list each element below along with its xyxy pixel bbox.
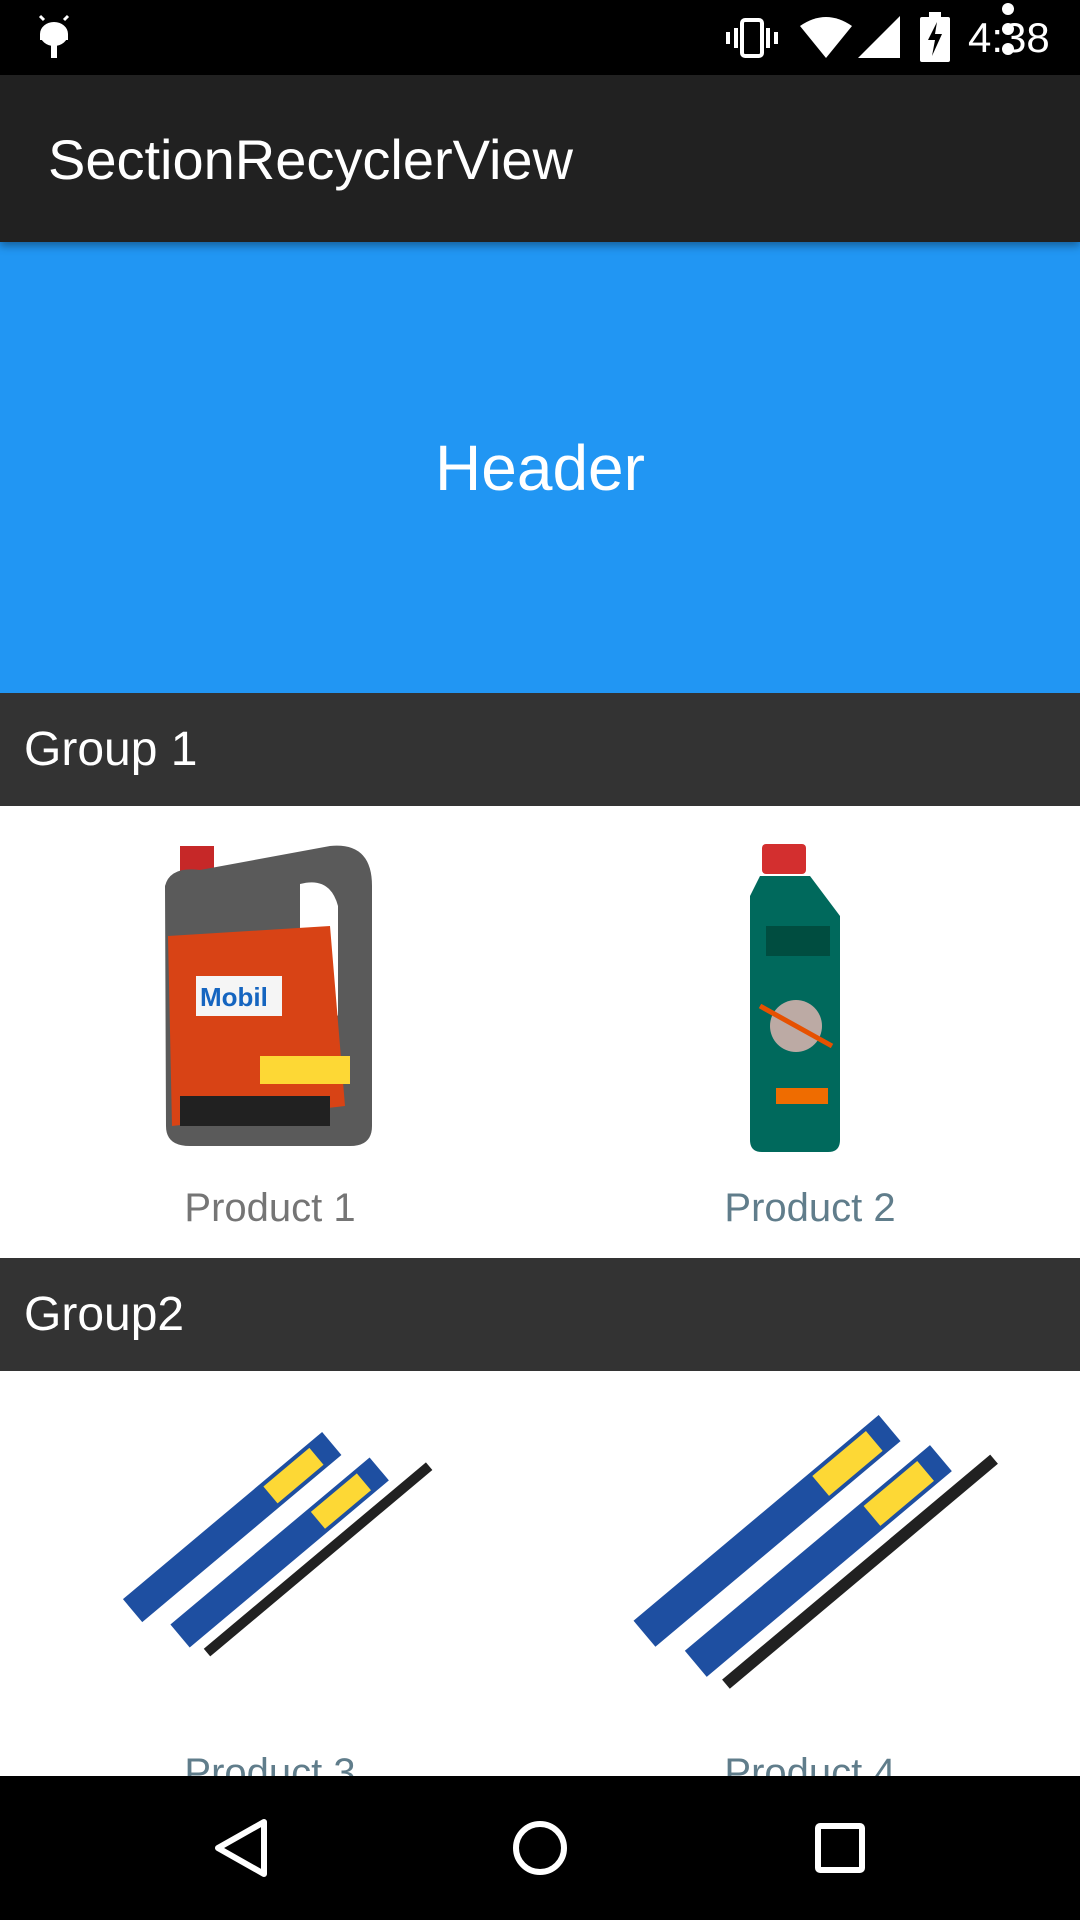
back-icon[interactable]: [204, 1812, 276, 1884]
header-banner: Header: [0, 242, 1080, 693]
product-image-oil-jug: Mobil: [165, 845, 372, 1146]
product-image-wiper-blades: [633, 1415, 998, 1689]
home-icon[interactable]: [504, 1812, 576, 1884]
app-bar: SectionRecyclerView: [0, 3, 1080, 242]
product-card-4[interactable]: Product 4: [540, 1371, 1080, 1776]
product-name: Product 3: [184, 1751, 356, 1776]
group-label: Group2: [24, 1288, 185, 1341]
group-header-2: Group2: [0, 1258, 1080, 1371]
product-image-oil-bottle: [750, 844, 840, 1152]
product-card-2[interactable]: Product 2: [540, 806, 1080, 1258]
more-vert-icon[interactable]: [990, 0, 1026, 59]
product-name: Product 2: [724, 1186, 896, 1230]
product-image-wiper-blades: [122, 1431, 433, 1657]
product-card-1[interactable]: Mobil Product 1: [0, 806, 540, 1258]
header-label: Header: [435, 431, 645, 504]
group-label: Group 1: [24, 723, 198, 776]
product-name: Product 4: [724, 1751, 896, 1776]
recents-icon[interactable]: [804, 1812, 876, 1884]
svg-text:Mobil: Mobil: [200, 982, 268, 1012]
status-bar: 4:38: [0, 0, 1080, 75]
product-name: Product 1: [184, 1186, 356, 1230]
app-title: SectionRecyclerView: [48, 128, 573, 191]
android-debug-icon: [38, 14, 70, 58]
navigation-bar: [0, 1776, 1080, 1920]
product-card-3[interactable]: Product 3: [0, 1371, 540, 1776]
wifi-icon: [800, 17, 852, 58]
group-header-1: Group 1: [0, 693, 1080, 806]
signal-icon: [858, 16, 900, 58]
battery-charging-icon: [920, 12, 950, 62]
vibrate-icon: [726, 18, 778, 58]
